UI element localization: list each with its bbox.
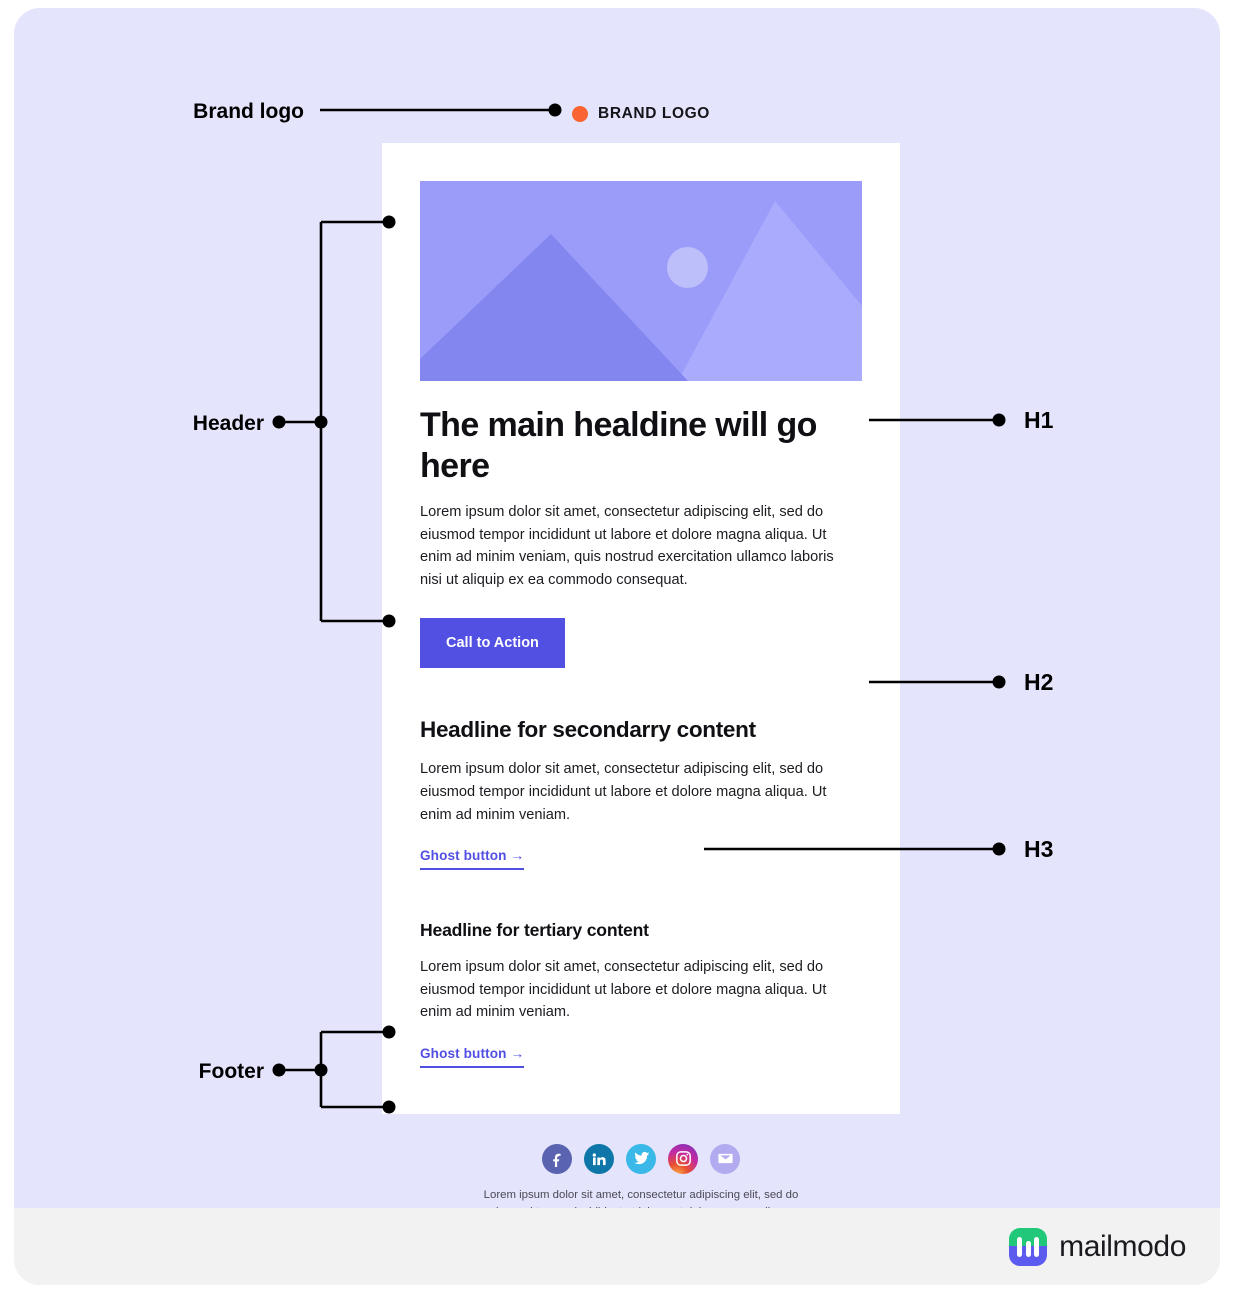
arrow-right-icon: → bbox=[510, 1045, 525, 1061]
call-to-action-button[interactable]: Call to Action bbox=[420, 618, 565, 669]
brand-logo-dot-icon bbox=[572, 106, 589, 122]
app-frame: BRAND LOGO The main healdine will go her… bbox=[14, 8, 1220, 1285]
social-links-row bbox=[382, 1143, 900, 1174]
mailmodo-brandmark: mailmodo bbox=[1009, 1227, 1186, 1266]
email-h1-heading: The main healdine will go here bbox=[420, 406, 817, 485]
email-mockup: BRAND LOGO The main healdine will go her… bbox=[382, 93, 900, 1221]
facebook-icon[interactable] bbox=[542, 1143, 572, 1174]
ghost-button-tertiary-label: Ghost button bbox=[420, 1045, 507, 1061]
bottom-branding-bar: mailmodo bbox=[14, 1208, 1220, 1285]
ghost-button-secondary[interactable]: Ghost button → bbox=[420, 848, 525, 871]
hero-placeholder-image bbox=[420, 181, 862, 381]
email-h2-body-text: Lorem ipsum dolor sit amet, consectetur … bbox=[420, 761, 827, 823]
annotation-h2-label: H2 bbox=[1024, 669, 1054, 695]
twitter-icon[interactable] bbox=[626, 1143, 656, 1174]
annotation-footer-label: Footer bbox=[198, 1060, 264, 1083]
annotation-header-label: Header bbox=[192, 412, 264, 435]
ghost-button-tertiary[interactable]: Ghost button → bbox=[420, 1045, 525, 1068]
email-body-card: The main healdine will go here Lorem ips… bbox=[382, 143, 900, 1114]
mountain-left-shape bbox=[420, 234, 688, 381]
linkedin-icon[interactable] bbox=[584, 1143, 614, 1174]
email-brand-logo: BRAND LOGO bbox=[382, 93, 900, 135]
instagram-icon[interactable] bbox=[668, 1143, 698, 1174]
email-footer: Lorem ipsum dolor sit amet, consectetur … bbox=[382, 1114, 900, 1221]
email-h3-body-text: Lorem ipsum dolor sit amet, consectetur … bbox=[420, 959, 827, 1021]
brand-logo-label: BRAND LOGO bbox=[598, 105, 710, 122]
email-h1-body-text: Lorem ipsum dolor sit amet, consectetur … bbox=[420, 504, 834, 588]
arrow-right-icon: → bbox=[510, 848, 525, 864]
email-h2-heading: Headline for secondarry content bbox=[420, 717, 756, 743]
annotation-h3-label: H3 bbox=[1024, 836, 1054, 862]
email-icon[interactable] bbox=[710, 1143, 740, 1174]
ghost-button-secondary-label: Ghost button bbox=[420, 848, 507, 864]
annotation-brand-logo-label: Brand logo bbox=[193, 100, 304, 123]
annotation-h1-label: H1 bbox=[1024, 407, 1054, 433]
email-h3-heading: Headline for tertiary content bbox=[420, 920, 649, 941]
annotation-stage: BRAND LOGO The main healdine will go her… bbox=[14, 8, 1220, 1218]
mailmodo-logo-icon bbox=[1009, 1227, 1048, 1266]
mailmodo-wordmark: mailmodo bbox=[1059, 1229, 1186, 1263]
